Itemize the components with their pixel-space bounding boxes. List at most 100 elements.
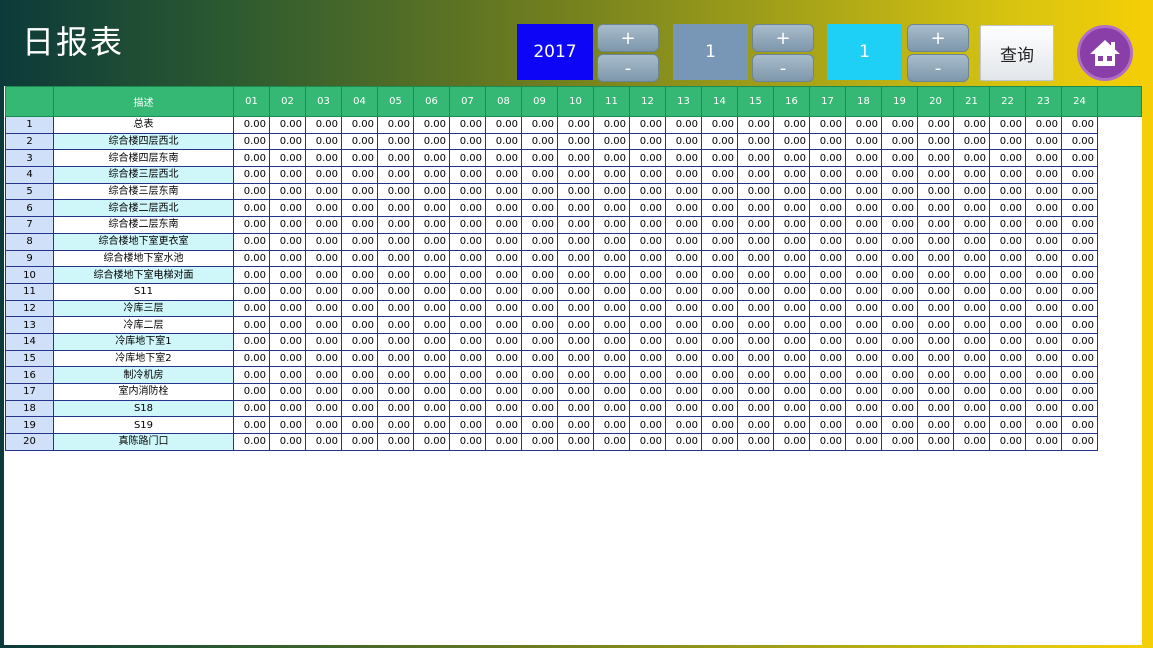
hour-value-cell: 0.00 <box>305 266 342 284</box>
hour-value-cell: 0.00 <box>305 399 342 418</box>
hour-value-cell: 0.00 <box>485 316 522 334</box>
hour-value-cell: 0.00 <box>269 199 306 218</box>
hour-value-cell: 0.00 <box>845 249 882 268</box>
hour-value-cell: 0.00 <box>773 266 810 284</box>
row-name: 总表 <box>53 116 234 134</box>
hour-value-cell: 0.00 <box>557 316 594 334</box>
day-plus-button[interactable]: + <box>907 24 969 52</box>
hour-value-cell: 0.00 <box>773 216 810 234</box>
hour-value-cell: 0.00 <box>413 166 450 184</box>
hour-value-cell: 0.00 <box>521 116 558 134</box>
hour-value-cell: 0.00 <box>233 266 270 284</box>
home-button[interactable] <box>1077 25 1133 81</box>
hour-value-cell: 0.00 <box>233 349 270 368</box>
hour-value-cell: 0.00 <box>557 366 594 384</box>
hour-value-cell: 0.00 <box>773 182 810 201</box>
hour-value-cell: 0.00 <box>809 232 846 251</box>
hour-value-cell: 0.00 <box>593 166 630 184</box>
table-row: 7 综合楼二层东南 0.00 0.00 0.00 0.00 0.00 0.00 0.00 0.00… <box>5 216 1142 234</box>
hour-value-cell: 0.00 <box>737 349 774 368</box>
hour-value-cell: 0.00 <box>989 266 1026 284</box>
hour-value-cell: 0.00 <box>989 166 1026 184</box>
hour-value-cell: 0.00 <box>809 416 846 435</box>
hour-value-cell: 0.00 <box>485 132 522 151</box>
hour-value-cell: 0.00 <box>593 366 630 384</box>
hour-value-cell: 0.00 <box>917 282 954 301</box>
hour-value-cell: 0.00 <box>593 232 630 251</box>
hour-value-cell: 0.00 <box>413 316 450 334</box>
hour-value-cell: 0.00 <box>629 232 666 251</box>
hour-value-cell: 0.00 <box>1061 199 1098 218</box>
month-plus-button[interactable]: + <box>752 24 814 52</box>
hour-value-cell: 0.00 <box>737 182 774 201</box>
hour-value-cell: 0.00 <box>341 366 378 384</box>
hour-value-cell: 0.00 <box>773 166 810 184</box>
table-row: 12 冷库三层 0.00 0.00 0.00 0.00 0.00 0.00 0.00 0.00 0.… <box>5 299 1142 318</box>
hour-value-cell: 0.00 <box>233 299 270 318</box>
hour-value-cell: 0.00 <box>737 383 774 401</box>
column-header-hour: 18 <box>845 86 882 117</box>
hour-value-cell: 0.00 <box>1025 316 1062 334</box>
hour-value-cell: 0.00 <box>665 399 702 418</box>
month-minus-button[interactable]: - <box>752 54 814 82</box>
hour-value-cell: 0.00 <box>629 282 666 301</box>
hour-value-cell: 0.00 <box>377 216 414 234</box>
hour-value-cell: 0.00 <box>377 366 414 384</box>
hour-value-cell: 0.00 <box>269 383 306 401</box>
hour-value-cell: 0.00 <box>737 299 774 318</box>
hour-value-cell: 0.00 <box>1061 399 1098 418</box>
hour-value-cell: 0.00 <box>989 383 1026 401</box>
row-index: 18 <box>5 399 54 418</box>
hour-value-cell: 0.00 <box>1061 232 1098 251</box>
hour-value-cell: 0.00 <box>269 332 306 351</box>
hour-value-cell: 0.00 <box>485 116 522 134</box>
hour-value-cell: 0.00 <box>557 349 594 368</box>
hour-value-cell: 0.00 <box>305 433 342 451</box>
hour-value-cell: 0.00 <box>701 332 738 351</box>
hour-value-cell: 0.00 <box>665 266 702 284</box>
query-button[interactable]: 查询 <box>980 25 1054 81</box>
page-title: 日报表 <box>22 23 125 61</box>
hour-value-cell: 0.00 <box>737 116 774 134</box>
hour-value-cell: 0.00 <box>269 149 306 168</box>
hour-value-cell: 0.00 <box>269 416 306 435</box>
hour-value-cell: 0.00 <box>593 433 630 451</box>
hour-value-cell: 0.00 <box>521 149 558 168</box>
hour-value-cell: 0.00 <box>773 249 810 268</box>
hour-value-cell: 0.00 <box>665 249 702 268</box>
hour-value-cell: 0.00 <box>773 433 810 451</box>
hour-value-cell: 0.00 <box>377 132 414 151</box>
hour-value-cell: 0.00 <box>485 232 522 251</box>
hour-value-cell: 0.00 <box>521 232 558 251</box>
hour-value-cell: 0.00 <box>881 249 918 268</box>
hour-value-cell: 0.00 <box>845 216 882 234</box>
year-minus-button[interactable]: - <box>597 54 659 82</box>
hour-value-cell: 0.00 <box>809 199 846 218</box>
hour-value-cell: 0.00 <box>737 416 774 435</box>
hour-value-cell: 0.00 <box>269 132 306 151</box>
column-header-hour: 06 <box>413 86 450 117</box>
hour-value-cell: 0.00 <box>737 199 774 218</box>
hour-value-cell: 0.00 <box>701 399 738 418</box>
hour-value-cell: 0.00 <box>521 316 558 334</box>
column-header-hour: 12 <box>629 86 666 117</box>
hour-value-cell: 0.00 <box>233 416 270 435</box>
hour-value-cell: 0.00 <box>989 149 1026 168</box>
hour-value-cell: 0.00 <box>881 383 918 401</box>
hour-value-cell: 0.00 <box>953 299 990 318</box>
hour-value-cell: 0.00 <box>917 199 954 218</box>
home-icon <box>1090 40 1120 66</box>
hour-value-cell: 0.00 <box>305 332 342 351</box>
hour-value-cell: 0.00 <box>305 182 342 201</box>
hour-value-cell: 0.00 <box>1061 149 1098 168</box>
hour-value-cell: 0.00 <box>917 366 954 384</box>
column-header-hour: 09 <box>521 86 558 117</box>
column-header-hour: 17 <box>809 86 846 117</box>
hour-value-cell: 0.00 <box>449 199 486 218</box>
column-header-hour: 05 <box>377 86 414 117</box>
hour-value-cell: 0.00 <box>413 349 450 368</box>
year-plus-button[interactable]: + <box>597 24 659 52</box>
hour-value-cell: 0.00 <box>917 349 954 368</box>
hour-value-cell: 0.00 <box>953 182 990 201</box>
day-minus-button[interactable]: - <box>907 54 969 82</box>
